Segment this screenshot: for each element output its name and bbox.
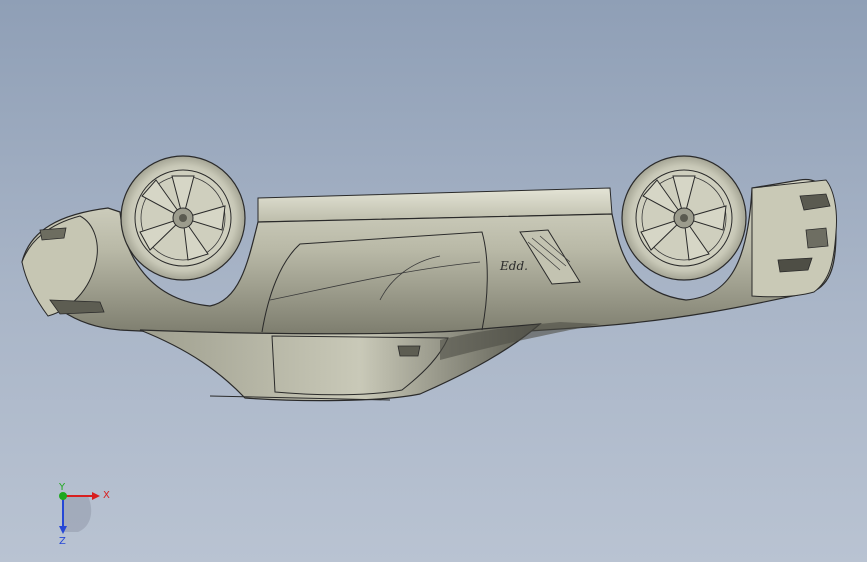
z-axis-label: Z (59, 536, 66, 547)
rear-vent-mid (805, 227, 829, 249)
reference-triad: X Z Y (58, 482, 110, 547)
fender-badge: Edd. (499, 259, 528, 273)
rear-diffuser (777, 257, 813, 273)
graphics-viewport[interactable]: Edd. X Z Y (0, 0, 867, 562)
car-model-upside-down[interactable]: Edd. (0, 0, 867, 562)
front-wheel[interactable] (120, 155, 246, 281)
y-axis-label: Y (58, 482, 66, 493)
x-axis-label: X (103, 490, 110, 501)
headlight-lower (39, 227, 67, 241)
x-axis-arrow (92, 492, 100, 500)
fog-light (49, 299, 105, 315)
side-mirror (397, 345, 421, 357)
rear-wheel[interactable] (621, 155, 747, 281)
y-axis-dot (59, 492, 67, 500)
